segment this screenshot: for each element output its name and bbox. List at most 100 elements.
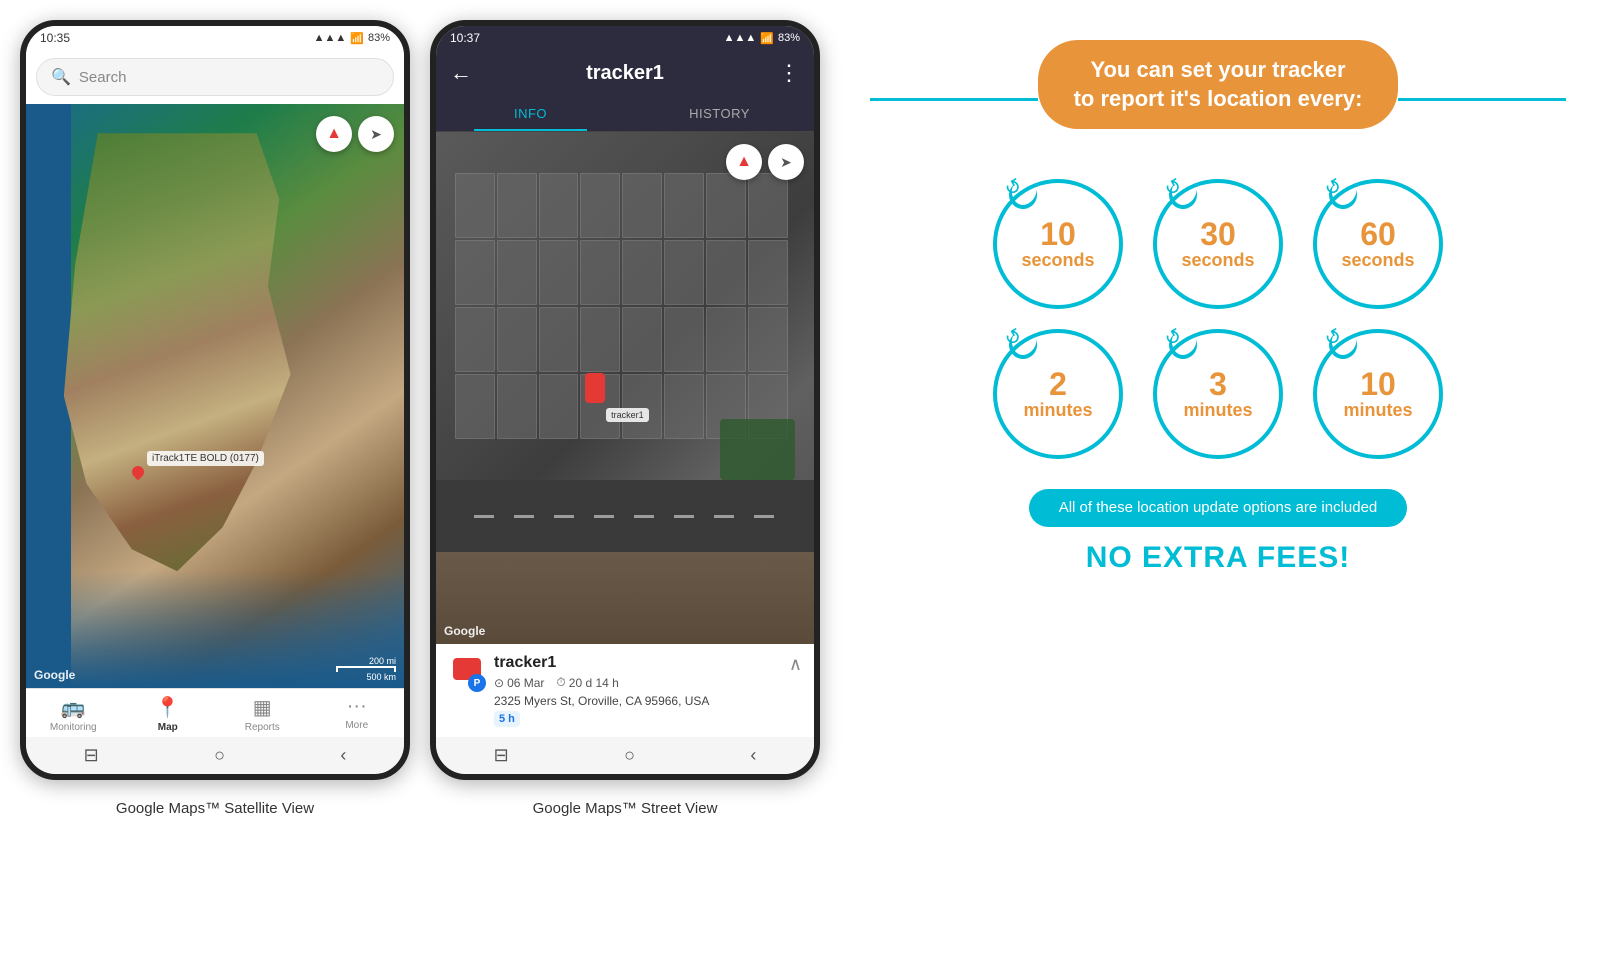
search-bar[interactable]: 🔍 Search: [26, 50, 404, 104]
road-marking: [474, 515, 776, 518]
page-title: tracker1: [586, 62, 664, 85]
tracker-address: 2325 Myers St, Oroville, CA 95966, USA: [494, 694, 709, 708]
tab-history[interactable]: HISTORY: [625, 96, 814, 131]
phone1: 10:35 ▲▲▲ 📶 83% 🔍 Search: [20, 20, 410, 780]
phone2-header: ← tracker1 ⋮: [436, 50, 814, 96]
circle-number-1: 10: [1040, 218, 1076, 250]
land-mass: [64, 133, 291, 571]
status-time-1: 10:35: [40, 31, 70, 45]
circle-2min: ↺ 2 minutes: [993, 329, 1123, 459]
status-icons-1: ▲▲▲ 📶 83%: [314, 32, 390, 45]
sys-back-button[interactable]: ‹: [340, 745, 346, 766]
car-icon: [585, 373, 605, 403]
battery-1: 83%: [368, 32, 390, 44]
compass-icon-2: ▲: [736, 153, 752, 171]
scale-500km: 500 km: [366, 672, 396, 682]
signal-icon-1: ▲▲▲: [314, 32, 347, 44]
circle-unit-3: seconds: [1341, 250, 1414, 271]
circle-3min: ↺ 3 minutes: [1153, 329, 1283, 459]
infographic: You can set your tracker to report it's …: [840, 20, 1596, 595]
compass-icon: ▲: [326, 125, 342, 143]
circle-number-3: 60: [1360, 218, 1396, 250]
date-value: 06 Mar: [507, 676, 544, 690]
search-icon: 🔍: [51, 67, 71, 87]
phone2: 10:37 ▲▲▲ 📶 83% ← tracker1 ⋮ INFO HISTOR…: [430, 20, 820, 780]
infographic-title-line1: You can set your tracker: [1074, 56, 1363, 85]
included-banner: All of these location update options are…: [1029, 489, 1408, 527]
included-text: All of these location update options are…: [1059, 499, 1378, 516]
circle-number-4: 2: [1049, 368, 1067, 400]
circles-grid: ↺ 10 seconds ↺ 30 seconds ↺ 60 seconds ↺…: [993, 179, 1443, 459]
arrow-icon-4: ↺: [1000, 323, 1027, 353]
info-panel-left: P tracker1 ⊙ 06 Mar ⏱ 20 d 14 h: [448, 654, 709, 727]
chevron-up-icon[interactable]: ∧: [789, 654, 802, 675]
wifi-icon-2: 📶: [760, 32, 774, 45]
scale-200mi: 200 mi: [369, 656, 396, 666]
search-placeholder[interactable]: Search: [79, 69, 127, 86]
nav-more[interactable]: ··· More: [327, 695, 387, 733]
tab-info[interactable]: INFO: [436, 96, 625, 131]
no-fees-text: NO EXTRA FEES!: [1086, 541, 1351, 575]
nav-reports[interactable]: ▦ Reports: [232, 695, 292, 733]
building-bottom: [436, 552, 814, 644]
arrow-icon-1: ↺: [1000, 173, 1027, 203]
sys-home-button-2[interactable]: ○: [624, 745, 635, 766]
tracker-p-badge: P: [468, 674, 486, 692]
share-button[interactable]: ➤: [358, 116, 394, 152]
circle-60sec: ↺ 60 seconds: [1313, 179, 1443, 309]
status-time-2: 10:37: [450, 31, 480, 45]
tracker-info-text: tracker1 ⊙ 06 Mar ⏱ 20 d 14 h 2325 Mye: [494, 654, 709, 727]
wifi-icon-1: 📶: [350, 32, 364, 45]
title-line-left: [870, 98, 1038, 101]
sys-recents-button-2[interactable]: ⊟: [494, 745, 509, 766]
tracker-icon-box: P: [448, 654, 486, 692]
sys-nav-2: ⊟ ○ ‹: [436, 737, 814, 774]
more-button[interactable]: ⋮: [778, 60, 800, 86]
phone2-wrapper: 10:37 ▲▲▲ 📶 83% ← tracker1 ⋮ INFO HISTOR…: [430, 20, 820, 817]
tabs-bar: INFO HISTORY: [436, 96, 814, 132]
circle-unit-1: seconds: [1021, 250, 1094, 271]
compass-button-2[interactable]: ▲: [726, 144, 762, 180]
phone2-caption: Google Maps™ Street View: [533, 800, 718, 817]
status-icons-2: ▲▲▲ 📶 83%: [724, 32, 800, 45]
share-button-2[interactable]: ➤: [768, 144, 804, 180]
back-button[interactable]: ←: [450, 60, 472, 86]
reports-icon: ▦: [253, 695, 272, 720]
status-bar-1: 10:35 ▲▲▲ 📶 83%: [26, 26, 404, 50]
title-line-right: [1398, 98, 1566, 101]
trees-area: [720, 419, 796, 480]
meta-duration: ⏱ 20 d 14 h: [556, 675, 618, 690]
map-icon: 📍: [155, 695, 180, 720]
satellite-map-area[interactable]: iTrack1TE BOLD (0177) ▲ ➤ Google 200 mi …: [26, 104, 404, 688]
arrow-icon-5: ↺: [1160, 323, 1187, 353]
title-row: You can set your tracker to report it's …: [870, 40, 1566, 159]
tracker-marker: [132, 466, 144, 478]
battery-2: 83%: [778, 32, 800, 44]
circle-10min: ↺ 10 minutes: [1313, 329, 1443, 459]
map-label: Map: [158, 722, 178, 733]
monitoring-icon: 🚌: [61, 695, 86, 720]
nav-monitoring[interactable]: 🚌 Monitoring: [43, 695, 103, 733]
circle-unit-6: minutes: [1343, 400, 1412, 421]
compass-button[interactable]: ▲: [316, 116, 352, 152]
arrow-icon-3: ↺: [1320, 173, 1347, 203]
circle-number-6: 10: [1360, 368, 1396, 400]
google-watermark-2: Google: [444, 624, 485, 638]
aerial-map-area[interactable]: tracker1 ▲ ➤ Google: [436, 132, 814, 644]
share-icon-2: ➤: [780, 154, 792, 171]
circle-10sec: ↺ 10 seconds: [993, 179, 1123, 309]
phone1-caption: Google Maps™ Satellite View: [116, 800, 314, 817]
arrow-icon-6: ↺: [1320, 323, 1347, 353]
sys-back-button-2[interactable]: ‹: [750, 745, 756, 766]
search-input-row[interactable]: 🔍 Search: [36, 58, 394, 96]
tracker1-map-label: tracker1: [606, 408, 649, 422]
infographic-title-box: You can set your tracker to report it's …: [1038, 40, 1399, 129]
nav-map[interactable]: 📍 Map: [138, 695, 198, 733]
share-icon: ➤: [370, 126, 382, 143]
timer-icon: ⏱: [556, 675, 565, 690]
satellite-map: iTrack1TE BOLD (0177) ▲ ➤ Google 200 mi …: [26, 104, 404, 688]
sys-home-button[interactable]: ○: [214, 745, 225, 766]
google-watermark-1: Google: [34, 668, 75, 682]
circle-30sec: ↺ 30 seconds: [1153, 179, 1283, 309]
sys-recents-button[interactable]: ⊟: [84, 745, 99, 766]
